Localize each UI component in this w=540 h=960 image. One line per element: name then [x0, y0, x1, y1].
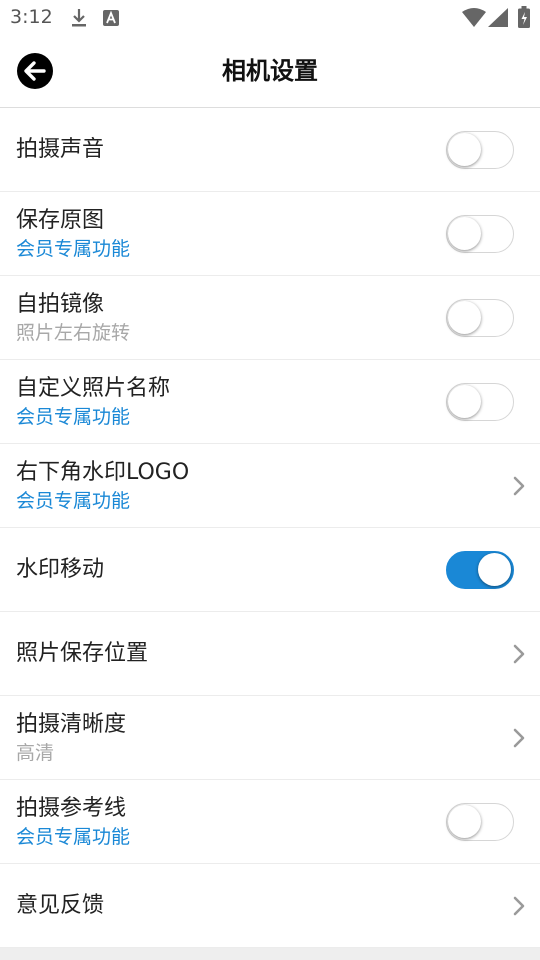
setting-title: 拍摄清晰度	[16, 711, 127, 737]
setting-texts: 意见反馈	[16, 864, 104, 947]
member-only-label: 会员专属功能	[16, 405, 131, 428]
grid-lines-toggle[interactable]	[446, 803, 514, 841]
setting-texts: 拍摄声音	[16, 108, 104, 191]
setting-row-capture-quality[interactable]: 拍摄清晰度 高清	[0, 696, 540, 780]
toggle-knob	[448, 133, 481, 166]
watermark-move-toggle[interactable]	[446, 551, 514, 589]
setting-row-watermark-move[interactable]: 水印移动	[0, 528, 540, 612]
setting-title: 右下角水印LOGO	[16, 459, 190, 485]
custom-photo-name-toggle[interactable]	[446, 383, 514, 421]
status-time: 3:12	[10, 6, 53, 28]
setting-title: 拍摄声音	[16, 136, 105, 162]
setting-texts: 水印移动	[16, 528, 104, 611]
selfie-mirror-toggle[interactable]	[446, 299, 514, 337]
setting-row-photo-save-location[interactable]: 照片保存位置	[0, 612, 540, 696]
shutter-sound-toggle[interactable]	[446, 131, 514, 169]
setting-row-watermark-logo[interactable]: 右下角水印LOGO 会员专属功能	[0, 444, 540, 528]
setting-texts: 照片保存位置	[16, 612, 148, 695]
status-bar: 3:12	[0, 0, 540, 36]
member-only-label: 会员专属功能	[16, 825, 131, 848]
setting-row-selfie-mirror[interactable]: 自拍镜像照片左右旋转	[0, 276, 540, 360]
setting-texts: 自定义照片名称 会员专属功能	[16, 360, 170, 443]
setting-title: 拍摄参考线	[16, 795, 127, 821]
toggle-knob	[448, 217, 481, 250]
setting-row-grid-lines[interactable]: 拍摄参考线会员专属功能	[0, 780, 540, 864]
setting-title: 照片保存位置	[16, 640, 149, 666]
setting-row-custom-photo-name[interactable]: 自定义照片名称 会员专属功能	[0, 360, 540, 444]
save-original-toggle[interactable]	[446, 215, 514, 253]
setting-title: 保存原图	[16, 207, 105, 233]
chevron-right-icon	[513, 896, 525, 916]
settings-list: 拍摄声音 保存原图 会员专属功能 自拍镜像 照片左右旋转 自定义照片名称 会员专属功能 右下角…	[0, 108, 540, 948]
setting-texts: 拍摄参考线会员专属功能	[16, 780, 130, 863]
setting-texts: 自拍镜像照片左右旋转	[16, 276, 130, 359]
chevron-right-icon	[513, 476, 525, 496]
setting-texts: 拍摄清晰度 高清	[16, 696, 126, 779]
download-icon	[72, 9, 86, 27]
battery-icon	[518, 6, 530, 28]
setting-subtitle: 照片左右旋转	[16, 321, 131, 344]
setting-title: 水印移动	[16, 556, 105, 582]
app-bar: 相机设置	[0, 36, 540, 108]
toggle-knob	[448, 301, 481, 334]
toggle-knob	[448, 385, 481, 418]
page-title: 相机设置	[222, 57, 318, 85]
setting-title: 意见反馈	[16, 892, 105, 918]
setting-subtitle: 高清	[16, 741, 55, 764]
setting-row-shutter-sound[interactable]: 拍摄声音	[0, 108, 540, 192]
toggle-knob	[478, 553, 511, 586]
a-box-icon	[103, 10, 119, 26]
back-arrow-icon	[24, 61, 46, 81]
member-only-label: 会员专属功能	[16, 489, 131, 512]
camera-settings-screen: 3:12 相机设置 拍摄声音 保存原图 会员专属功能 自拍镜像 照片左右旋转 自…	[0, 0, 540, 960]
toggle-knob	[448, 805, 481, 838]
back-button[interactable]	[17, 53, 53, 89]
setting-row-save-original[interactable]: 保存原图会员专属功能	[0, 192, 540, 276]
member-only-label: 会员专属功能	[16, 237, 131, 260]
setting-row-feedback[interactable]: 意见反馈	[0, 864, 540, 948]
signal-icon	[488, 8, 508, 27]
setting-title: 自定义照片名称	[16, 375, 171, 401]
wifi-icon	[462, 8, 486, 27]
setting-texts: 右下角水印LOGO 会员专属功能	[16, 444, 189, 527]
chevron-right-icon	[513, 644, 525, 664]
chevron-right-icon	[513, 728, 525, 748]
setting-texts: 保存原图会员专属功能	[16, 192, 130, 275]
setting-title: 自拍镜像	[16, 291, 105, 317]
